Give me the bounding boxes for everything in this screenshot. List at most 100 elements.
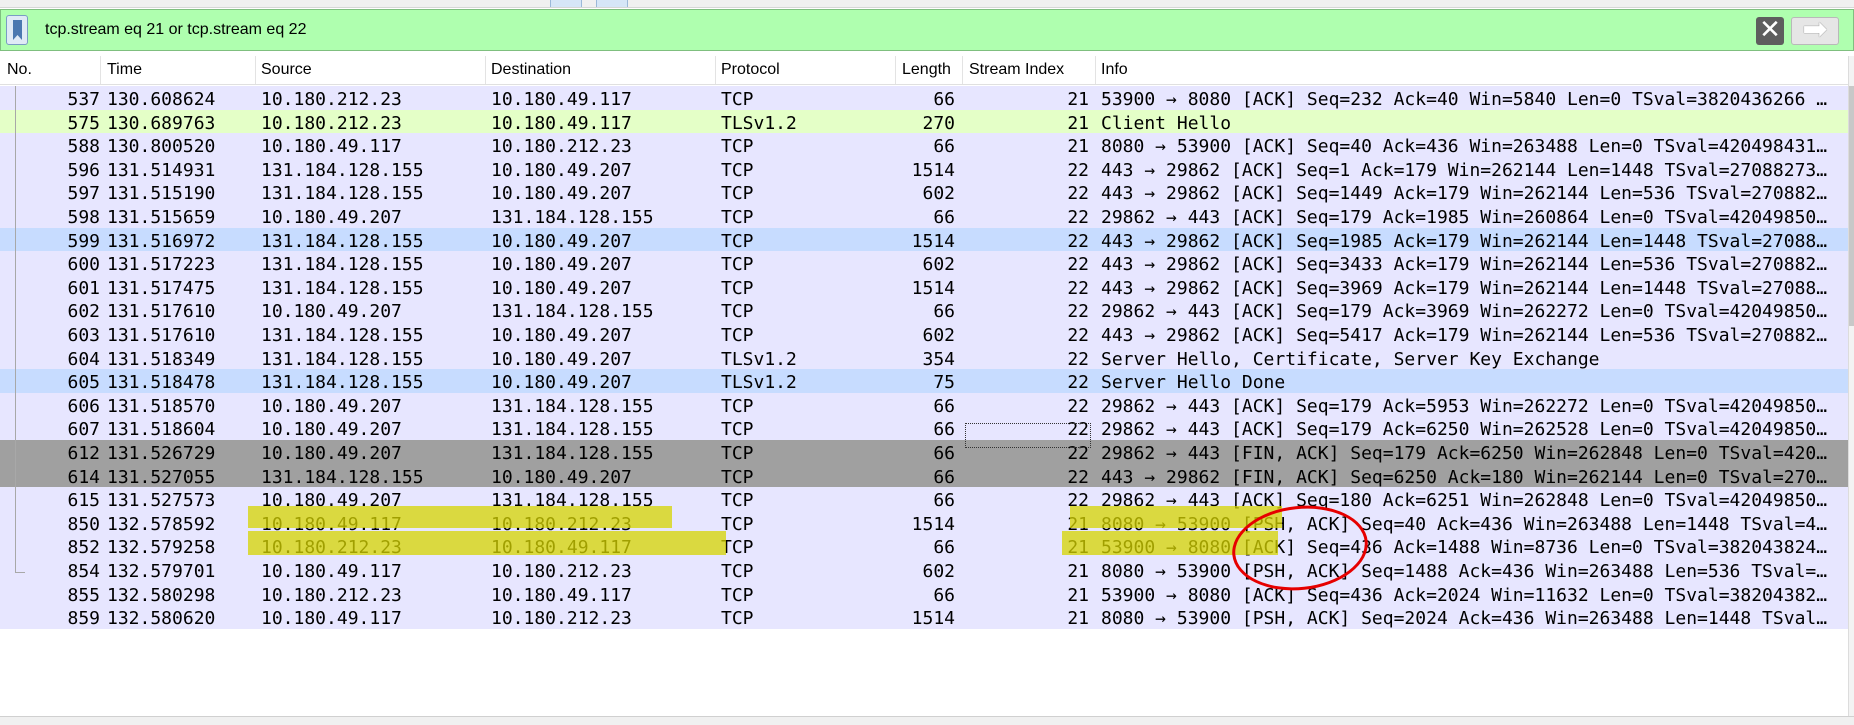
column-separator[interactable] bbox=[485, 56, 486, 84]
cell-source: 131.184.128.155 bbox=[261, 466, 424, 488]
cell-time: 132.579258 bbox=[107, 537, 216, 559]
column-separator[interactable] bbox=[100, 56, 101, 84]
cell-source: 10.180.212.23 bbox=[261, 584, 402, 606]
cell-stream-index: 21 bbox=[1067, 561, 1089, 582]
cell-protocol: TCP bbox=[721, 325, 754, 346]
filter-bookmark-button[interactable] bbox=[6, 15, 28, 45]
column-header-protocol[interactable]: Protocol bbox=[721, 61, 780, 79]
cell-info: Server Hello, Certificate, Server Key Ex… bbox=[1101, 348, 1600, 370]
cell-time: 131.517223 bbox=[107, 254, 216, 276]
column-header-length[interactable]: Length bbox=[902, 61, 951, 79]
packet-row[interactable]: 854 132.579701 10.180.49.117 10.180.212.23 T… bbox=[0, 558, 1854, 582]
cell-length: 66 bbox=[933, 537, 955, 559]
cell-time: 131.516972 bbox=[107, 230, 216, 252]
cell-length: 602 bbox=[922, 254, 955, 276]
packet-row[interactable]: 602 131.517610 10.180.49.207 131.184.128.15… bbox=[0, 298, 1854, 323]
packet-row[interactable]: 596 131.514931 131.184.128.155 10.180.49.20… bbox=[0, 156, 1854, 181]
packet-row[interactable]: 604 131.518349 131.184.128.155 10.180.49.20… bbox=[0, 345, 1854, 370]
focused-cell-outline bbox=[965, 423, 1091, 448]
packet-row[interactable]: 588 130.800520 10.180.49.117 10.180.212.23 T… bbox=[0, 133, 1854, 158]
packet-row[interactable]: 612 131.526729 10.180.49.207 131.184.128.15… bbox=[0, 440, 1854, 464]
packet-row[interactable]: 601 131.517475 131.184.128.155 10.180.49.20… bbox=[0, 274, 1854, 299]
scrollbar-thumb[interactable] bbox=[1849, 86, 1854, 326]
packet-row[interactable]: 599 131.516972 131.184.128.155 10.180.49.20… bbox=[0, 227, 1854, 252]
cell-info: 443 → 29862 [FIN, ACK] Seq=6250 Ack=180 … bbox=[1101, 466, 1828, 488]
cell-stream-index: 22 bbox=[1067, 395, 1089, 417]
cell-destination: 10.180.49.207 bbox=[491, 348, 632, 370]
cell-length: 66 bbox=[933, 584, 955, 606]
column-header-time[interactable]: Time bbox=[107, 61, 142, 79]
cell-length: 354 bbox=[922, 348, 955, 370]
cell-no: 615 bbox=[67, 490, 100, 512]
column-header-destination[interactable]: Destination bbox=[491, 61, 571, 79]
column-header-info[interactable]: Info bbox=[1101, 61, 1128, 79]
cell-time: 131.518349 bbox=[107, 348, 216, 370]
cell-length: 66 bbox=[933, 207, 955, 228]
cell-protocol: TLSv1.2 bbox=[721, 372, 797, 394]
cell-info: 53900 → 8080 [ACK] Seq=232 Ack=40 Win=58… bbox=[1101, 89, 1828, 110]
cell-protocol: TCP bbox=[721, 159, 754, 181]
cell-source: 131.184.128.155 bbox=[261, 325, 424, 346]
cell-info: Client Hello bbox=[1101, 112, 1232, 134]
cell-protocol: TCP bbox=[721, 230, 754, 252]
packet-row[interactable]: 600 131.517223 131.184.128.155 10.180.49.20… bbox=[0, 251, 1854, 276]
column-separator[interactable] bbox=[962, 56, 963, 84]
cell-no: 575 bbox=[67, 112, 100, 134]
cell-info: 29862 → 443 [ACK] Seq=179 Ack=3969 Win=2… bbox=[1101, 301, 1828, 323]
cell-info: 29862 → 443 [ACK] Seq=179 Ack=1985 Win=2… bbox=[1101, 207, 1828, 228]
column-header-source[interactable]: Source bbox=[261, 61, 312, 79]
cell-protocol: TCP bbox=[721, 207, 754, 228]
cell-time: 131.514931 bbox=[107, 159, 216, 181]
cell-no: 603 bbox=[67, 325, 100, 346]
cell-stream-index: 22 bbox=[1067, 372, 1089, 394]
toolbar-button[interactable] bbox=[596, 0, 628, 7]
cell-no: 588 bbox=[67, 136, 100, 158]
packet-row[interactable]: 575 130.689763 10.180.212.23 10.180.49.117 T… bbox=[0, 109, 1854, 134]
apply-filter-button[interactable]: ➡ bbox=[1791, 15, 1839, 45]
packet-row[interactable]: 855 132.580298 10.180.212.23 10.180.49.117 T… bbox=[0, 581, 1854, 606]
packet-row[interactable]: 606 131.518570 10.180.49.207 131.184.128.15… bbox=[0, 392, 1854, 417]
cell-length: 66 bbox=[933, 395, 955, 417]
packet-row[interactable]: 859 132.580620 10.180.49.117 10.180.212.23 T… bbox=[0, 605, 1854, 630]
cell-time: 131.527573 bbox=[107, 490, 216, 512]
cell-source: 131.184.128.155 bbox=[261, 254, 424, 276]
packet-row[interactable]: 598 131.515659 10.180.49.207 131.184.128.15… bbox=[0, 204, 1854, 228]
column-separator[interactable] bbox=[715, 56, 716, 84]
packet-row[interactable]: 607 131.518604 10.180.49.207 131.184.128.15… bbox=[0, 416, 1854, 441]
packet-row[interactable]: 605 131.518478 131.184.128.155 10.180.49.20… bbox=[0, 369, 1854, 394]
column-separator[interactable] bbox=[255, 56, 256, 84]
cell-stream-index: 22 bbox=[1067, 277, 1089, 299]
cell-protocol: TCP bbox=[721, 608, 754, 630]
cell-source: 131.184.128.155 bbox=[261, 159, 424, 181]
cell-length: 270 bbox=[922, 112, 955, 134]
cell-no: 852 bbox=[67, 537, 100, 559]
cell-stream-index: 22 bbox=[1067, 466, 1089, 488]
conversation-tree-end bbox=[15, 572, 25, 573]
cell-source: 10.180.212.23 bbox=[261, 112, 402, 134]
clear-filter-button[interactable]: ✕ bbox=[1756, 17, 1784, 45]
cell-stream-index: 21 bbox=[1067, 608, 1089, 630]
cell-source: 131.184.128.155 bbox=[261, 372, 424, 394]
cell-info: 443 → 29862 [ACK] Seq=3969 Ack=179 Win=2… bbox=[1101, 277, 1828, 299]
cell-info: 443 → 29862 [ACK] Seq=1449 Ack=179 Win=2… bbox=[1101, 183, 1828, 205]
cell-protocol: TCP bbox=[721, 89, 754, 110]
cell-protocol: TCP bbox=[721, 584, 754, 606]
column-separator[interactable] bbox=[895, 56, 896, 84]
cell-protocol: TCP bbox=[721, 561, 754, 582]
cell-info: 443 → 29862 [ACK] Seq=3433 Ack=179 Win=2… bbox=[1101, 254, 1828, 276]
column-separator[interactable] bbox=[1095, 56, 1096, 84]
cell-info: Server Hello Done bbox=[1101, 372, 1286, 394]
cell-no: 604 bbox=[67, 348, 100, 370]
packet-row[interactable]: 597 131.515190 131.184.128.155 10.180.49.20… bbox=[0, 180, 1854, 205]
column-header-no[interactable]: No. bbox=[7, 61, 32, 79]
packet-row[interactable]: 603 131.517610 131.184.128.155 10.180.49.20… bbox=[0, 322, 1854, 346]
toolbar-button[interactable] bbox=[550, 0, 582, 7]
packet-list[interactable]: 537 130.608624 10.180.212.23 10.180.49.117 T… bbox=[0, 86, 1854, 716]
cell-protocol: TLSv1.2 bbox=[721, 112, 797, 134]
packet-row[interactable]: 614 131.527055 131.184.128.155 10.180.49.20… bbox=[0, 463, 1854, 488]
display-filter-input[interactable]: tcp.stream eq 21 or tcp.stream eq 22 bbox=[45, 21, 306, 39]
close-icon: ✕ bbox=[1759, 15, 1781, 45]
packet-row[interactable]: 537 130.608624 10.180.212.23 10.180.49.117 T… bbox=[0, 86, 1854, 110]
column-header-stream-index[interactable]: Stream Index bbox=[969, 61, 1064, 79]
cell-destination: 131.184.128.155 bbox=[491, 395, 654, 417]
